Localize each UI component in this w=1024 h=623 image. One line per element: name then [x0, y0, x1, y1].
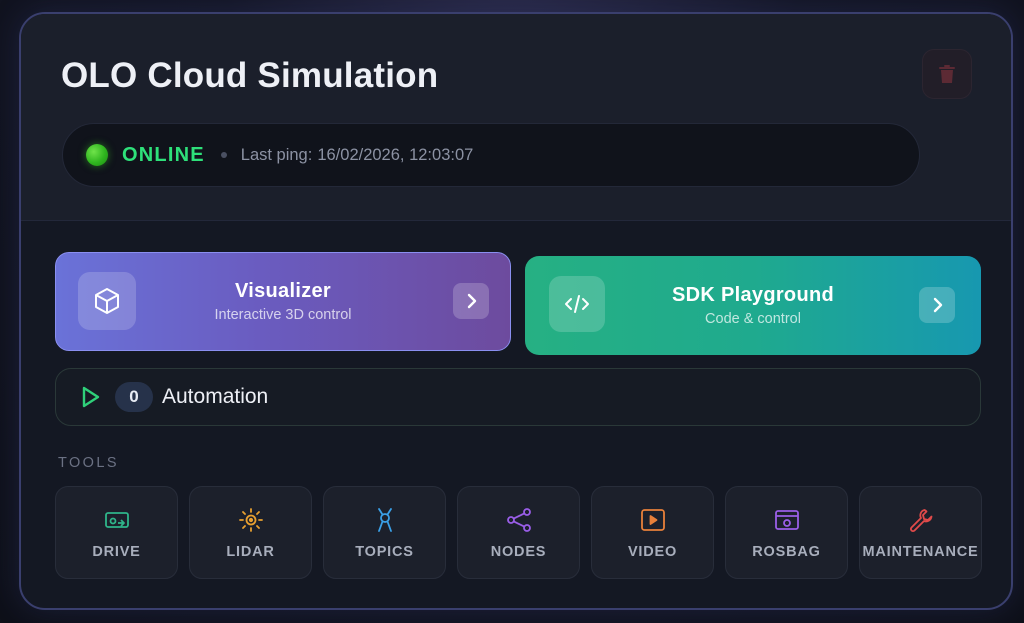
chevron-right-icon [933, 297, 943, 313]
tool-lidar-label: LIDAR [226, 544, 275, 560]
sdk-chevron-button[interactable] [919, 287, 955, 323]
tool-maintenance-label: MAINTENANCE [862, 544, 979, 560]
page-title: OLO Cloud Simulation [61, 56, 439, 95]
automation-label: Automation [162, 385, 269, 408]
sdk-title: SDK Playground [672, 284, 834, 306]
tool-rosbag-label: ROSBAG [752, 544, 821, 560]
tool-topics[interactable]: TOPICS [323, 486, 446, 579]
tool-video[interactable]: VIDEO [591, 486, 714, 579]
topics-icon [373, 507, 397, 533]
play-icon [81, 385, 101, 409]
automation-button[interactable]: 0 Automation [55, 368, 981, 426]
drive-icon [104, 507, 130, 533]
tool-topics-label: TOPICS [355, 544, 414, 560]
sdk-playground-button[interactable]: SDK Playground Code & control [525, 256, 981, 355]
sdk-subtitle: Code & control [705, 311, 801, 327]
tool-maintenance[interactable]: MAINTENANCE [859, 486, 982, 579]
tools-section-label: TOOLS [58, 455, 119, 471]
chevron-right-icon [467, 293, 477, 309]
tool-nodes[interactable]: NODES [457, 486, 580, 579]
ping-label: Last ping: [240, 145, 313, 164]
sdk-text: SDK Playground Code & control [525, 284, 981, 327]
delete-button[interactable] [922, 49, 972, 99]
nodes-icon [506, 507, 532, 533]
lidar-icon [238, 507, 264, 533]
status-text: ONLINE [122, 143, 205, 166]
visualizer-subtitle: Interactive 3D control [214, 307, 352, 323]
simulation-card: OLO Cloud Simulation ONLINE Last ping: 1… [19, 12, 1013, 610]
video-icon [640, 507, 666, 533]
ping-value: 16/02/2026, 12:03:07 [317, 145, 474, 164]
visualizer-title: Visualizer [234, 280, 332, 302]
visualizer-chevron-button[interactable] [453, 283, 489, 319]
rosbag-icon [774, 507, 800, 533]
automation-count-badge: 0 [115, 382, 153, 412]
wrench-icon [908, 507, 934, 533]
tool-lidar[interactable]: LIDAR [189, 486, 312, 579]
tool-rosbag[interactable]: ROSBAG [725, 486, 848, 579]
card-header: OLO Cloud Simulation ONLINE Last ping: 1… [21, 14, 1011, 221]
status-indicator [86, 144, 108, 166]
status-bar: ONLINE Last ping: 16/02/2026, 12:03:07 [62, 123, 920, 187]
tool-nodes-label: NODES [490, 544, 547, 560]
tool-drive[interactable]: DRIVE [55, 486, 178, 579]
trash-icon [939, 65, 955, 83]
separator-dot [220, 152, 227, 158]
visualizer-button[interactable]: Visualizer Interactive 3D control [55, 252, 511, 351]
tools-row: DRIVE LIDAR TOPICS NODES VIDEO ROSBAG MA… [55, 486, 993, 579]
visualizer-text: Visualizer Interactive 3D control [56, 280, 510, 323]
tool-drive-label: DRIVE [92, 544, 141, 560]
tool-video-label: VIDEO [627, 544, 678, 560]
